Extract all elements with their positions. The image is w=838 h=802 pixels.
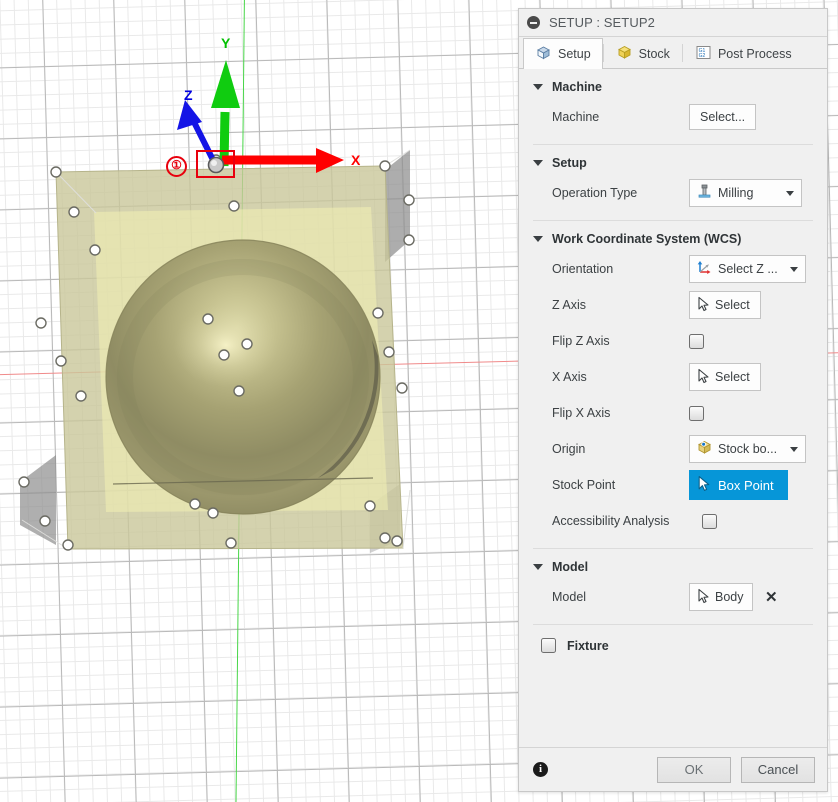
chevron-down-icon	[790, 266, 798, 272]
tab-post-process-label: Post Process	[717, 46, 792, 61]
operation-type-dropdown[interactable]: Milling	[689, 179, 802, 207]
ok-button[interactable]: OK	[657, 756, 731, 783]
label-flip-x: Flip X Axis	[552, 406, 611, 420]
label-orientation: Orientation	[552, 262, 614, 276]
tab-post-process[interactable]: G1 G2 Post Process	[683, 38, 804, 68]
row-operation-type: Operation Type Milling	[519, 175, 827, 211]
chevron-down-icon	[786, 190, 794, 196]
accessibility-analysis-checkbox[interactable]	[702, 513, 717, 529]
caret-down-icon	[533, 84, 543, 90]
annotation-step-badge: ①	[166, 156, 187, 177]
section-machine-header[interactable]: Machine	[519, 69, 827, 99]
row-z-axis: Z Axis Select	[519, 287, 827, 323]
stock-box-point-icon	[696, 439, 713, 459]
minus-circle-icon[interactable]	[527, 16, 540, 29]
cancel-button[interactable]: Cancel	[741, 756, 815, 783]
label-accessibility-analysis: Accessibility Analysis	[552, 514, 670, 528]
svg-text:G2: G2	[699, 53, 706, 59]
info-icon[interactable]: i	[533, 762, 548, 777]
tab-bar: Setup Stock G1 G2 Post Process	[519, 37, 827, 69]
section-model-header[interactable]: Model	[519, 549, 827, 579]
orientation-dropdown[interactable]: Select Z ...	[689, 255, 806, 283]
g-code-icon: G1 G2	[695, 44, 712, 64]
row-x-axis: X Axis Select	[519, 359, 827, 395]
caret-down-icon	[533, 564, 543, 570]
tab-stock[interactable]: Stock	[604, 38, 682, 68]
row-stock-point: Stock Point Box Point	[519, 467, 827, 503]
chevron-down-icon	[790, 446, 798, 452]
row-orientation: Orientation Select Z ...	[519, 251, 827, 287]
fixture-label: Fixture	[567, 638, 609, 653]
z-axis-select-label: Select	[715, 298, 750, 312]
flip-x-checkbox[interactable]	[689, 405, 704, 421]
row-machine: Machine Select...	[519, 99, 827, 135]
stock-cube-icon	[616, 44, 633, 64]
panel-footer: i OK Cancel	[519, 747, 827, 791]
milling-tool-icon	[696, 183, 713, 203]
section-machine-title: Machine	[552, 80, 603, 94]
origin-value: Stock bo...	[718, 442, 778, 456]
tab-setup[interactable]: Setup	[523, 38, 603, 69]
cursor-arrow-icon	[697, 368, 711, 387]
setup-dialog-panel: SETUP : SETUP2 Setup Stock G1 G2 Post Pr…	[518, 8, 828, 792]
axis-label-y: Y	[221, 35, 231, 51]
caret-down-icon	[533, 160, 543, 166]
label-x-axis: X Axis	[552, 370, 587, 384]
section-wcs-title: Work Coordinate System (WCS)	[552, 232, 742, 246]
model-body-label: Body	[715, 590, 744, 604]
axis-triad-icon	[696, 259, 713, 279]
row-model: Model Body ✕	[519, 579, 827, 615]
label-machine: Machine	[552, 110, 600, 124]
fixture-checkbox[interactable]	[541, 638, 556, 653]
section-model-title: Model	[552, 560, 589, 574]
cursor-arrow-icon	[697, 296, 711, 315]
model-body-button[interactable]: Body	[689, 583, 753, 611]
z-axis-select-button[interactable]: Select	[689, 291, 761, 319]
panel-title: SETUP : SETUP2	[549, 15, 655, 30]
box-point-button[interactable]: Box Point	[689, 470, 788, 500]
label-origin: Origin	[552, 442, 586, 456]
label-stock-point: Stock Point	[552, 478, 616, 492]
axis-label-z: Z	[184, 87, 193, 103]
orientation-value: Select Z ...	[718, 262, 778, 276]
section-wcs-header[interactable]: Work Coordinate System (WCS)	[519, 221, 827, 251]
axis-label-x: X	[351, 152, 361, 168]
row-origin: Origin Stock bo...	[519, 431, 827, 467]
machine-select-button[interactable]: Select...	[689, 104, 757, 130]
tab-setup-label: Setup	[558, 47, 591, 61]
caret-down-icon	[533, 236, 543, 242]
row-flip-x: Flip X Axis	[519, 395, 827, 431]
fusion-cam-setup-screen: X Y Z ① SETUP : SETUP2 Setup Stock G1 G2…	[0, 0, 838, 802]
section-setup-header[interactable]: Setup	[519, 145, 827, 175]
panel-header: SETUP : SETUP2	[519, 9, 827, 37]
row-fixture: Fixture	[519, 625, 827, 653]
cursor-arrow-icon	[697, 588, 711, 607]
row-flip-z: Flip Z Axis	[519, 323, 827, 359]
label-flip-z: Flip Z Axis	[552, 334, 610, 348]
close-x-icon[interactable]: ✕	[761, 590, 782, 605]
label-operation-type: Operation Type	[552, 186, 638, 200]
origin-dropdown[interactable]: Stock bo...	[689, 435, 806, 463]
flip-z-checkbox[interactable]	[689, 333, 704, 349]
cursor-arrow-icon	[697, 475, 712, 495]
tab-stock-label: Stock	[638, 46, 670, 61]
box-point-label: Box Point	[718, 477, 774, 493]
setup-cube-icon	[535, 44, 552, 64]
label-z-axis: Z Axis	[552, 298, 587, 312]
x-axis-select-button[interactable]: Select	[689, 363, 761, 391]
section-setup-title: Setup	[552, 156, 587, 170]
panel-body: Machine Machine Select... Setup Operatio…	[519, 69, 827, 747]
label-model: Model	[552, 590, 587, 604]
x-axis-select-label: Select	[715, 370, 750, 384]
annotation-highlight-rect	[196, 150, 235, 178]
row-accessibility-analysis: Accessibility Analysis	[519, 503, 827, 539]
operation-type-value: Milling	[718, 186, 754, 200]
